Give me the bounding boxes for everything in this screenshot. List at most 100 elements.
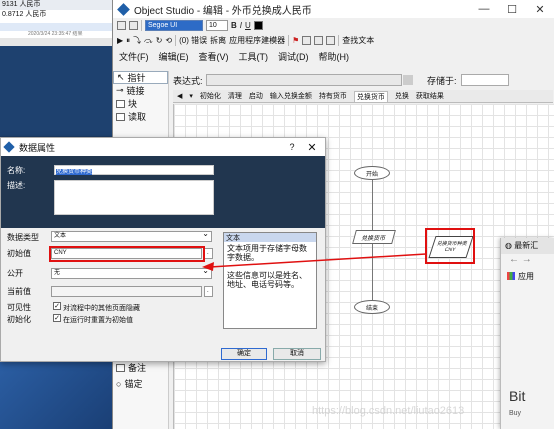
- end-stage[interactable]: 结束: [354, 300, 390, 314]
- tool-label: 锚定: [124, 379, 143, 389]
- step-over-icon[interactable]: ⤼: [144, 36, 153, 46]
- menu-help[interactable]: 帮助(H): [319, 50, 350, 63]
- tab-dropdown-icon[interactable]: ▾: [189, 92, 193, 100]
- cancel-button[interactable]: 取消: [273, 348, 321, 360]
- format-toolbar: Segoe UI 10 B I U: [113, 18, 554, 33]
- note-icon: [116, 363, 125, 372]
- description-input[interactable]: [54, 180, 214, 215]
- reset-icon[interactable]: ⟲: [165, 36, 172, 45]
- tool-read[interactable]: 读取: [113, 110, 168, 123]
- tool-link[interactable]: ⊸ 链接: [113, 84, 168, 97]
- pause-icon[interactable]: ⏸: [126, 36, 130, 46]
- app-modeler-button[interactable]: 应用程序建模器: [229, 35, 285, 46]
- app-logo-icon: [3, 141, 15, 153]
- menu-tools[interactable]: 工具(T): [239, 50, 269, 63]
- menu-view[interactable]: 查看(V): [199, 50, 229, 63]
- layout-icon[interactable]: [314, 36, 324, 45]
- apps-bookmark[interactable]: 应用: [501, 268, 554, 284]
- tab-hold-currency[interactable]: 持有货币: [319, 91, 347, 101]
- bold-button[interactable]: B: [231, 21, 237, 30]
- start-stage[interactable]: 开始: [354, 166, 390, 180]
- background-app-window: 9131 人民币 0.8712 人民币 2020/3/24 23:35:47 结…: [0, 0, 112, 46]
- tool-note[interactable]: 备注: [113, 361, 146, 374]
- zoom-icon[interactable]: [302, 36, 312, 45]
- exchange-currency-stage[interactable]: 兑换货币: [352, 230, 396, 244]
- tab-exchange[interactable]: 兑换: [395, 91, 409, 101]
- description-label: 描述:: [7, 181, 26, 190]
- initialize-label: 初始化: [7, 315, 31, 324]
- dialog-title-bar: 数据属性 ? ✕: [1, 138, 325, 156]
- play-icon[interactable]: ▶: [117, 36, 123, 45]
- bg-scrollbar[interactable]: [0, 38, 112, 46]
- flag-icon[interactable]: ⚑: [292, 36, 299, 45]
- expression-label: 表达式:: [173, 75, 203, 86]
- highlight-box: [49, 246, 205, 262]
- menu-edit[interactable]: 编辑(E): [159, 50, 189, 63]
- expression-input[interactable]: [206, 74, 402, 86]
- tab-init[interactable]: 初始化: [200, 91, 221, 101]
- app-logo-icon: [117, 2, 130, 16]
- bg-row: 0.8712 人民币: [2, 11, 47, 18]
- anchor-icon: ○: [116, 378, 122, 389]
- close-button[interactable]: ✕: [526, 3, 554, 16]
- apps-grid-icon: [507, 272, 515, 280]
- pointer-icon: ↖: [117, 72, 125, 82]
- browser-window: ◍ 最新汇 ← → 应用 Bit Buy: [500, 238, 554, 429]
- font-size-select[interactable]: 10: [206, 20, 228, 31]
- italic-button[interactable]: I: [240, 21, 242, 30]
- menu-bar: 文件(F) 编辑(E) 查看(V) 工具(T) 调试(D) 帮助(H): [113, 48, 554, 64]
- tab-input-amount[interactable]: 输入兑换金额: [270, 91, 312, 101]
- separator: [141, 20, 142, 31]
- save-icon[interactable]: [117, 21, 126, 30]
- browser-nav[interactable]: ← →: [501, 254, 554, 268]
- browser-tab[interactable]: ◍ 最新汇: [501, 238, 554, 254]
- menu-debug[interactable]: 调试(D): [278, 50, 309, 63]
- detach-button[interactable]: 拆离: [210, 35, 226, 46]
- browser-tab-label: 最新汇: [514, 241, 539, 250]
- underline-button[interactable]: U: [245, 21, 251, 30]
- tab-scroll-icon[interactable]: ◀: [177, 92, 182, 100]
- print-icon[interactable]: [129, 21, 138, 30]
- tool-label: 块: [128, 99, 138, 109]
- errors-button[interactable]: (0) 错误: [179, 35, 207, 46]
- store-in-input[interactable]: [460, 74, 509, 86]
- step-icon[interactable]: ⤵: [133, 35, 141, 46]
- calculator-icon[interactable]: [403, 75, 413, 85]
- bg-row: 9131 人民币: [0, 0, 112, 10]
- refresh-icon[interactable]: ↻: [156, 36, 163, 45]
- current-value-ellipsis-button[interactable]: .: [204, 286, 213, 297]
- tab-cleanup[interactable]: 清理: [228, 91, 242, 101]
- find-text-button[interactable]: 查找文本: [342, 35, 374, 46]
- main-toolbar: ▶ ⏸ ⤵ ⤼ ↻ ⟲ (0) 错误 拆离 应用程序建模器 ⚑ 查找文本: [113, 33, 554, 48]
- hide-from-other-pages-checkbox[interactable]: ✓: [53, 302, 61, 310]
- font-select[interactable]: Segoe UI: [145, 20, 203, 31]
- tool-label: 指针: [127, 73, 146, 83]
- window-title: Object Studio - 编辑 - 外币兑换成人民币: [134, 5, 312, 17]
- menu-file[interactable]: 文件(F): [119, 50, 149, 63]
- block-icon: [116, 99, 125, 108]
- initial-value-label: 初始值: [7, 249, 31, 258]
- tool-label: 链接: [126, 86, 145, 96]
- tool-anchor[interactable]: ○ 锚定: [113, 377, 142, 390]
- datatype-select[interactable]: 文本: [51, 229, 212, 242]
- grid-icon[interactable]: [326, 36, 336, 45]
- ok-button[interactable]: 确定: [221, 348, 267, 360]
- maximize-button[interactable]: ☐: [498, 3, 526, 16]
- title-bar: Object Studio - 编辑 - 外币兑换成人民币 — ☐ ✕: [113, 0, 554, 18]
- link-icon: ⊸: [116, 85, 124, 95]
- tool-pointer[interactable]: ↖ 指针: [113, 71, 168, 84]
- reset-at-runtime-checkbox[interactable]: ✓: [53, 314, 61, 322]
- exposure-select[interactable]: 无: [51, 266, 212, 279]
- tab-launch[interactable]: 启动: [249, 91, 263, 101]
- tab-get-result[interactable]: 获取结果: [416, 91, 444, 101]
- minimize-button[interactable]: —: [470, 3, 498, 16]
- page-tabs: ◀ ▾ 初始化 清理 启动 输入兑换金额 持有货币 兑换货币 兑换 获取结果: [173, 90, 553, 103]
- name-input[interactable]: 兑换货币种类: [54, 165, 214, 175]
- desktop-background: [0, 46, 112, 136]
- name-label: 名称:: [7, 166, 26, 175]
- help-button[interactable]: ?: [285, 142, 299, 152]
- dialog-close-button[interactable]: ✕: [299, 141, 325, 154]
- color-picker-icon[interactable]: [253, 21, 263, 30]
- tab-exchange-currency[interactable]: 兑换货币: [353, 90, 388, 102]
- tool-block[interactable]: 块: [113, 97, 168, 110]
